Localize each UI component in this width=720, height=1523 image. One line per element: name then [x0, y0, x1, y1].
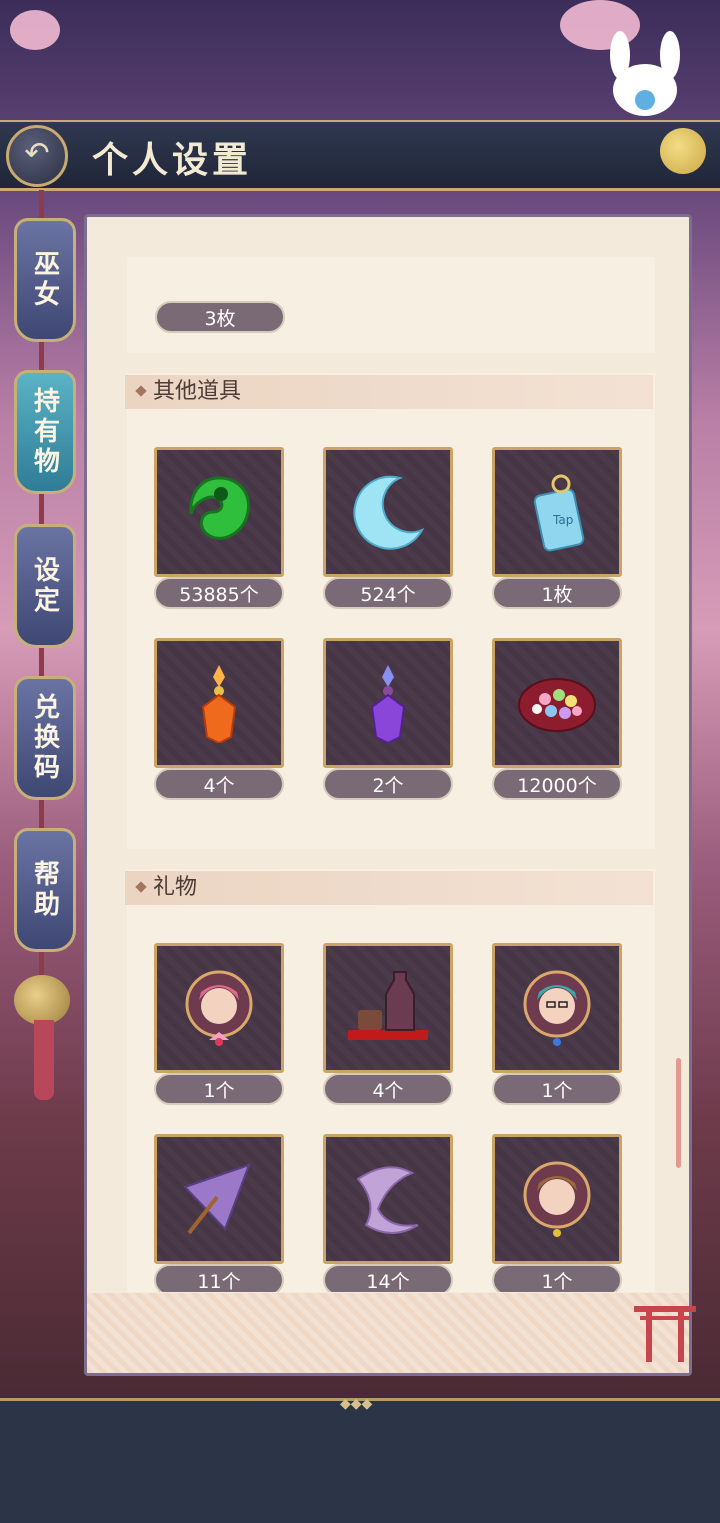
scrollbar[interactable] — [676, 1058, 681, 1168]
pink-hair-portrait-icon — [185, 970, 253, 1046]
orange-crystal-bottle-icon — [201, 665, 237, 743]
cherry-blossom-decoration — [10, 10, 60, 50]
item-count: 1个 — [492, 1264, 622, 1292]
bottom-band — [0, 1398, 720, 1523]
back-button[interactable]: ↶ — [6, 125, 68, 187]
tab-label: 兑换码 — [29, 693, 60, 783]
item-slot[interactable]: 11个 — [154, 1134, 284, 1292]
item-count: 3枚 — [155, 301, 285, 333]
purple-umbrella-icon — [183, 1163, 251, 1235]
inventory-scroll-area[interactable]: 3枚 其他道具 53885个 524个 Tap 1枚 4个 2个 12000个 … — [87, 217, 689, 1292]
purple-ribbon-icon — [356, 1166, 419, 1234]
moon-decoration-icon — [660, 128, 706, 174]
item-count: 1枚 — [492, 577, 622, 609]
tab-label: 帮助 — [29, 860, 60, 920]
item-slot[interactable]: 1个 — [154, 943, 284, 1105]
item-count: 12000个 — [492, 768, 622, 800]
item-count: 14个 — [323, 1264, 453, 1292]
item-slot[interactable]: Tap 1枚 — [492, 447, 622, 609]
panel-bottom-pattern — [87, 1293, 689, 1373]
tab-possessions[interactable]: 持有物 — [14, 370, 76, 494]
item-slot[interactable]: 53885个 — [154, 447, 284, 609]
teal-hair-glasses-portrait-icon — [523, 970, 591, 1046]
tab-redeem-code[interactable]: 兑换码 — [14, 676, 76, 800]
item-count: 524个 — [323, 577, 453, 609]
konpeito-candy-box-icon — [518, 678, 596, 732]
item-slot[interactable]: 524个 — [323, 447, 453, 609]
item-slot[interactable]: 14个 — [323, 1134, 453, 1292]
ornament-icon: ◆◆◆ — [340, 1396, 373, 1412]
tab-label: 巫女 — [29, 250, 60, 310]
tab-settings[interactable]: 设定 — [14, 524, 76, 648]
item-count: 53885个 — [154, 577, 284, 609]
bunny-mascot-icon — [610, 31, 680, 116]
item-count: 4个 — [154, 768, 284, 800]
page-title: 个人设置 — [92, 139, 253, 181]
section-header-gifts: 礼物 — [125, 871, 653, 905]
tab-label: 设定 — [29, 556, 60, 616]
svg-text:Tap: Tap — [552, 513, 573, 527]
tap-omamori-charm-icon: Tap — [533, 474, 585, 552]
item-slot[interactable]: 4个 — [323, 943, 453, 1105]
item-slot[interactable]: 1个 — [492, 1134, 622, 1292]
item-slot[interactable]: 2个 — [323, 638, 453, 800]
bells-icon — [14, 975, 70, 1025]
tab-help[interactable]: 帮助 — [14, 828, 76, 952]
sake-set-icon — [348, 971, 428, 1040]
item-count: 11个 — [154, 1264, 284, 1292]
previous-section-card: 3枚 — [127, 257, 655, 353]
brown-hair-portrait-icon — [523, 1161, 591, 1237]
item-slot[interactable]: 4个 — [154, 638, 284, 800]
tab-label: 持有物 — [29, 387, 60, 477]
back-arrow-icon: ↶ — [24, 136, 50, 171]
torii-gate-icon — [634, 1306, 696, 1362]
item-slot[interactable]: 12000个 — [492, 638, 622, 800]
item-slot[interactable]: 1个 — [492, 943, 622, 1105]
item-count: 1个 — [492, 1073, 622, 1105]
item-count: 4个 — [323, 1073, 453, 1105]
section-header-other-items: 其他道具 — [125, 375, 653, 409]
tassel-icon — [34, 1020, 54, 1100]
item-count: 2个 — [323, 768, 453, 800]
purple-crystal-bottle-icon — [370, 665, 406, 743]
tab-miko[interactable]: 巫女 — [14, 218, 76, 342]
inventory-panel[interactable]: 3枚 其他道具 53885个 524个 Tap 1枚 4个 2个 12000个 … — [84, 214, 692, 1376]
green-magatama-icon — [189, 476, 250, 540]
crescent-moon-icon — [353, 475, 425, 550]
item-count: 1个 — [154, 1073, 284, 1105]
